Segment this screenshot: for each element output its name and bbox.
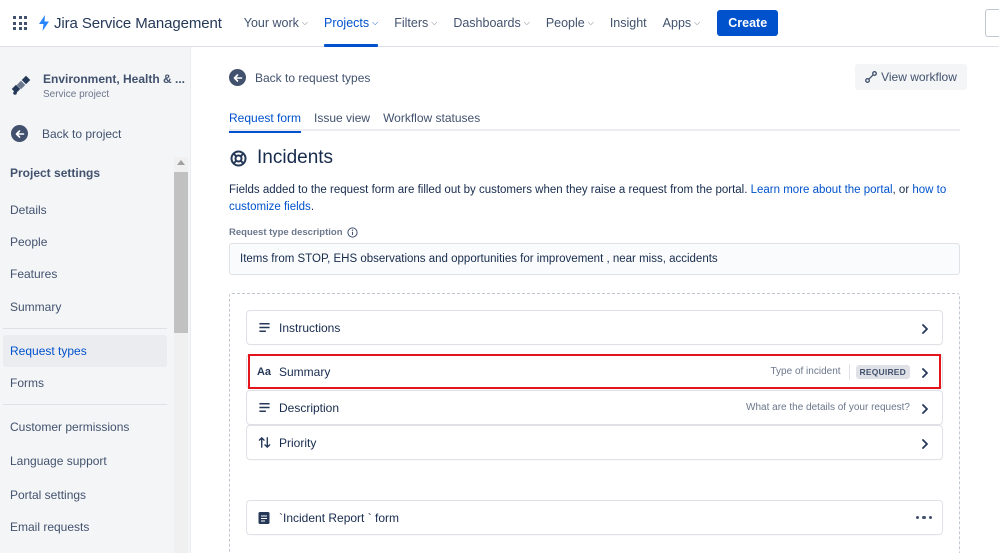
sidebar-item-email-requests[interactable]: Email requests — [3, 511, 167, 543]
nav-dashboards[interactable]: Dashboards ⌵ — [445, 0, 537, 47]
arrow-left-icon — [229, 69, 246, 86]
chevron-right-icon[interactable] — [920, 403, 930, 414]
field-name: Priority — [279, 435, 317, 450]
sidebar-item-summary[interactable]: Summary — [3, 291, 167, 323]
nav-your-work[interactable]: Your work ⌵ — [236, 0, 316, 47]
scrollbar-thumb[interactable] — [174, 172, 188, 333]
sidebar-divider — [3, 328, 167, 329]
sidebar-item-language-support[interactable]: Language support — [3, 445, 167, 477]
request-type-title: Incidents — [257, 147, 334, 168]
nav-apps[interactable]: Apps ⌵ — [655, 0, 709, 47]
workflow-icon — [865, 71, 878, 83]
back-to-project-link[interactable]: Back to project — [11, 125, 121, 142]
chevron-down-icon: ⌵ — [523, 18, 530, 27]
sidebar-item-portal-settings[interactable]: Portal settings — [3, 479, 167, 511]
field-hint: What are the details of your request? — [746, 402, 910, 413]
app-switcher-icon[interactable] — [13, 16, 27, 30]
chevron-right-icon[interactable] — [920, 323, 930, 334]
sidebar-item-forms[interactable]: Forms — [3, 367, 167, 399]
chevron-down-icon: ⌵ — [431, 18, 438, 27]
top-navigation: Jira Service Management Your work ⌵ Projec… — [0, 0, 999, 47]
field-row-description[interactable]: Description What are the details of your … — [247, 391, 942, 424]
lifebuoy-icon — [230, 150, 247, 166]
chevron-right-icon[interactable] — [920, 438, 930, 449]
text-lines-icon — [257, 401, 271, 415]
chevron-down-icon: ⌵ — [587, 18, 594, 27]
sidebar-item-request-types[interactable]: Request types — [3, 335, 167, 367]
form-item-name: `Incident Report ` form — [279, 510, 400, 525]
sidebar-item-people[interactable]: People — [3, 226, 167, 258]
sidebar: Environment, Health & ... Service projec… — [0, 47, 191, 553]
chevron-down-icon: ⌵ — [301, 18, 308, 27]
lightning-bolt-icon — [39, 15, 49, 31]
nav-projects[interactable]: Projects ⌵ — [316, 0, 386, 47]
satellite-icon — [11, 75, 31, 95]
request-type-description-input[interactable]: Items from STOP, EHS observations and op… — [229, 243, 960, 275]
info-icon[interactable] — [346, 227, 358, 238]
sidebar-item-features[interactable]: Features — [3, 258, 167, 290]
nav-people[interactable]: People ⌵ — [538, 0, 602, 47]
back-to-request-types-link[interactable]: Back to request types — [229, 69, 370, 86]
create-button[interactable]: Create — [717, 10, 779, 36]
view-workflow-label: View workflow — [881, 70, 957, 84]
text-lines-icon — [257, 321, 271, 335]
nav-insight[interactable]: Insight — [602, 0, 655, 47]
sidebar-item-customer-permissions[interactable]: Customer permissions — [3, 411, 167, 443]
field-name: Description — [279, 400, 340, 415]
view-workflow-button[interactable]: View workflow — [855, 64, 967, 90]
field-row-instructions[interactable]: Instructions — [247, 311, 942, 344]
sidebar-scrollbar[interactable] — [174, 157, 188, 553]
project-type: Service project — [43, 89, 110, 100]
tab-request-form[interactable]: Request form — [229, 104, 302, 133]
product-logo[interactable]: Jira Service Management — [38, 15, 222, 32]
annotation-highlight-box — [248, 354, 941, 389]
back-to-project-label: Back to project — [42, 126, 122, 141]
form-document-icon — [257, 511, 271, 525]
sidebar-section-title: Project settings — [10, 166, 101, 180]
learn-more-portal-link[interactable]: Learn more about the portal — [751, 184, 893, 196]
back-to-request-types-label: Back to request types — [255, 70, 371, 85]
intro-text: Fields added to the request form are fil… — [229, 184, 947, 213]
tab-workflow-statuses[interactable]: Workflow statuses — [383, 104, 480, 131]
more-actions-icon[interactable] — [913, 515, 932, 520]
form-item[interactable]: `Incident Report ` form — [247, 501, 942, 534]
project-name: Environment, Health & ... — [43, 72, 186, 86]
page-title: Incidents — [230, 147, 333, 169]
search-input[interactable] — [985, 9, 999, 37]
primary-nav: Your work ⌵ Projects ⌵ Filters ⌵ Dashboards ⌵ Pe… — [236, 0, 708, 47]
chevron-down-icon: ⌵ — [694, 18, 701, 27]
tab-issue-view[interactable]: Issue view — [314, 104, 370, 131]
arrow-left-icon — [11, 125, 28, 142]
field-row-priority[interactable]: Priority — [247, 426, 942, 459]
field-name: Instructions — [279, 320, 341, 335]
scroll-up-arrow-icon[interactable] — [177, 160, 185, 165]
chevron-down-icon: ⌵ — [372, 18, 379, 27]
sidebar-item-details[interactable]: Details — [3, 194, 167, 226]
request-type-tabs: Request form Issue view Workflow statuses — [229, 104, 960, 133]
brand-name: Jira Service Management — [54, 14, 222, 32]
sort-arrows-icon — [257, 436, 271, 450]
description-label: Request type description — [229, 227, 358, 238]
sidebar-divider — [3, 404, 167, 405]
project-header[interactable]: Environment, Health & ... Service projec… — [10, 72, 185, 100]
nav-filters[interactable]: Filters ⌵ — [386, 0, 445, 47]
